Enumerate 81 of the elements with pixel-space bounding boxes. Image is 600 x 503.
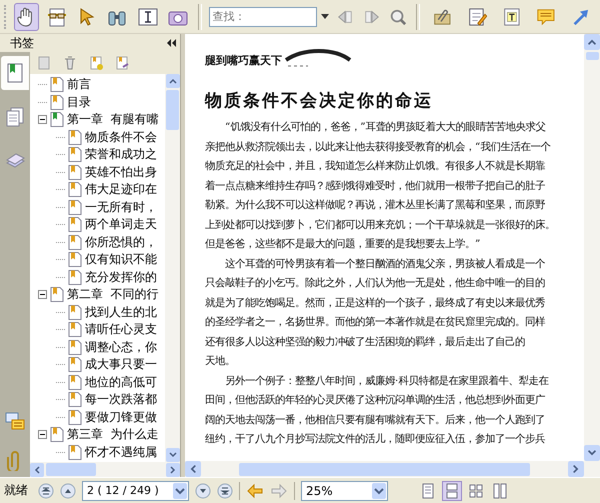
body-text-line: 勒紧。为什么我不可以这样做呢？再说，灌木丛里长满了黑莓和坚果，而原野 — [205, 198, 546, 213]
scroll-down-icon[interactable] — [166, 448, 180, 462]
bookmark-item[interactable]: 目录 — [67, 94, 91, 111]
scroll-left-icon[interactable] — [30, 462, 44, 476]
body-text-line: 亲把他从救济院领出去，以此来让他去获得接受教育的机会，“我们生活在一个 — [205, 140, 552, 154]
text-cursor-icon — [136, 6, 159, 28]
back-arrow-icon[interactable] — [246, 482, 264, 498]
collapse-icon[interactable] — [167, 39, 176, 47]
bookmark-item[interactable]: 两个单词走天 — [85, 216, 157, 234]
dropdown-caret-icon[interactable] — [320, 14, 329, 19]
body-text-line: 上到处都可以找到萝卜，它们都可以用来充饥；一个干草垛就是一张很好的床。 — [205, 218, 556, 232]
bookmarks-panel-tab[interactable] — [1, 56, 29, 90]
bookmark-item[interactable]: 要做刀锋更做 — [85, 408, 157, 426]
body-text-line: 另外一个例子：整整八年时间，威廉姆·科贝特都是在家里跟着牛、犁走在 — [224, 374, 550, 388]
previous-page-icon[interactable] — [60, 482, 76, 498]
pages-icon — [5, 106, 25, 128]
dropdown-caret-icon[interactable] — [173, 482, 187, 498]
scroll-right-icon[interactable] — [568, 461, 584, 477]
notepad-pencil-icon[interactable] — [466, 6, 487, 28]
scroll-left-icon[interactable] — [185, 461, 201, 477]
collapse-toggle-icon[interactable] — [38, 115, 47, 124]
scroll-right-icon[interactable] — [166, 462, 180, 476]
body-text-line: 天地。 — [205, 354, 236, 369]
bookmark-item[interactable]: 荣誉和成功之 — [85, 146, 157, 164]
bookmark-page-icon — [5, 62, 25, 84]
bookmark-item[interactable]: 伟大足迹印在 — [85, 181, 157, 198]
body-text-line: 着一点点糖来维持生存吗？感到饿得难受时，他们就用一根带子把自己的肚子 — [205, 178, 546, 194]
body-text-line: 的圣经学者之一，名扬世界。而他的第一本著作就是在贫民窟里完成的。同样 — [205, 315, 546, 330]
page-number-field[interactable]: 2 ( 12 / 249 ) — [82, 480, 189, 500]
scroll-up-icon[interactable] — [166, 74, 180, 88]
bookmark-item[interactable]: 怀才不遇纯属 — [85, 444, 157, 461]
bookmark-item[interactable]: 仅有知识不能 — [85, 251, 157, 268]
scrollbar-thumb[interactable] — [239, 462, 530, 476]
bookmark-item[interactable]: 前言 — [67, 76, 91, 94]
reader-glasses-icon — [46, 6, 68, 28]
bookmark-item[interactable]: 第三章 为什么走 — [67, 426, 159, 444]
brush-stroke-drawing — [284, 46, 354, 68]
bookmark-item[interactable]: 充分发挥你的 — [85, 268, 157, 286]
body-text-line: 只会敲鞋子的小乞丐。除此之外，人们认为他一无是处，他生命中唯一的目的 — [205, 276, 546, 291]
scroll-down-icon[interactable] — [584, 445, 600, 461]
last-page-icon[interactable] — [217, 482, 233, 498]
body-text-line: 这个耳聋的可怜男孩有着一个整日酗酒的酒鬼父亲，男孩被人看成是一个 — [224, 256, 546, 272]
bookmark-properties-icon[interactable] — [114, 55, 130, 71]
bookmark-item[interactable]: 找到人生的北 — [85, 304, 157, 321]
body-text-line: 物质充足的社会中，并且，我知道怎么样来防止饥饿。有很多人不就是长期靠 — [205, 159, 546, 174]
bookmark-item[interactable]: 成大事只要一 — [85, 356, 157, 374]
next-page-icon[interactable] — [195, 482, 211, 498]
body-text-line: 但是爸爸，这些都不是最大的问题，重要的是我想要去上学。” — [205, 237, 482, 252]
bookmark-item[interactable]: 第一章 有腿有嘴 — [67, 111, 159, 128]
scroll-up-icon[interactable] — [584, 34, 600, 50]
chapter-title: 物质条件不会决定你的命运 — [205, 90, 434, 112]
zoom-field[interactable]: 25% — [301, 480, 388, 500]
collapse-toggle-icon[interactable] — [38, 290, 47, 300]
first-page-icon[interactable] — [38, 482, 54, 498]
body-text-line: 还有很多人以这种坚强的毅力冲破了生活困境的羁绊，最后走出了自己的 — [205, 334, 526, 350]
trash-icon[interactable] — [62, 55, 78, 71]
status-text: 就绪 — [4, 482, 29, 499]
collapse-toggle-icon[interactable] — [38, 430, 47, 440]
dropdown-caret-icon[interactable] — [372, 482, 386, 498]
bookmark-item[interactable]: 英雄不怕出身 — [85, 164, 157, 181]
scrollbar-thumb[interactable] — [586, 52, 598, 60]
bookmark-item[interactable]: 请听任心灵支 — [85, 321, 157, 338]
bookmark-item[interactable]: 每一次跌落都 — [85, 391, 157, 408]
bookmark-item[interactable]: 物质条件不会 — [85, 128, 157, 146]
hand-icon-button[interactable] — [14, 2, 40, 30]
scrollbar-thumb[interactable] — [46, 463, 96, 476]
running-header: 腿到嘴巧赢天下 — [205, 53, 282, 68]
body-text-line: 纽约，干了八九个月抄写法院文件的活儿，随即便应征入伍，参加了一个步兵 — [205, 432, 546, 447]
text-box-icon[interactable] — [502, 6, 522, 28]
bookmark-item[interactable]: 你所恐惧的， — [85, 234, 157, 251]
bookmark-item[interactable]: 调整心态，你 — [85, 338, 157, 356]
body-text-line: 田间，但他活跃的年轻的心灵厌倦了这种沉闷单调的生活，他总想到外面更广 — [205, 393, 546, 408]
continuous-page-icon[interactable] — [442, 480, 462, 500]
sidebar-title: 书签 — [10, 34, 34, 52]
body-text-line: 就是为了能吃饱喝足。然而，正是这样的一个孩子，最终成了有史以来最优秀 — [205, 296, 546, 310]
bookmark-item[interactable]: 一无所有时， — [85, 198, 157, 216]
bookmark-item[interactable]: 地位的高低可 — [85, 374, 157, 391]
scrollbar-thumb[interactable] — [166, 90, 179, 130]
body-text-line: 阔的天地去闯荡一番，他相信只要有腿有嘴就有天下。后来，他一个人跑到了 — [205, 412, 546, 428]
body-text-line: “饥饿没有什么可怕的，爸爸，”耳聋的男孩眨着大大的眼睛苦苦地央求父 — [224, 120, 547, 135]
bookmark-item[interactable]: 第二章 不同的行 — [67, 286, 159, 304]
